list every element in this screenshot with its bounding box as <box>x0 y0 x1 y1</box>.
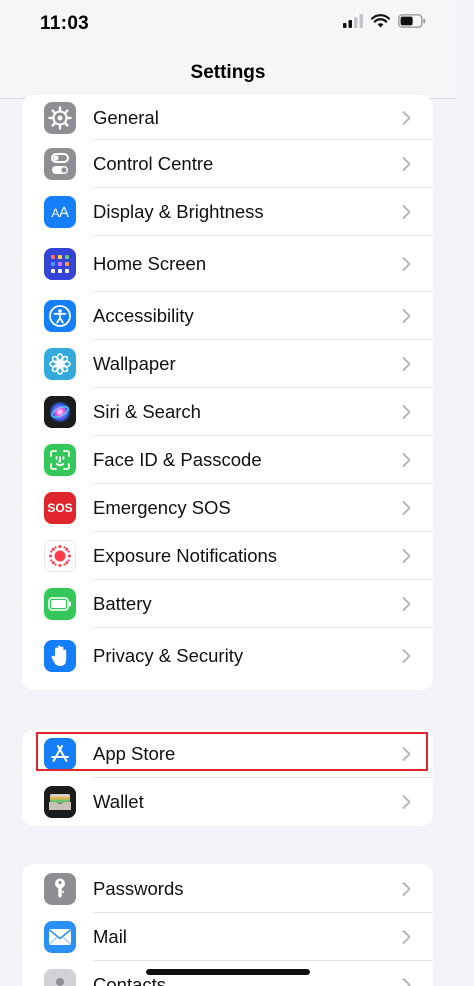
mail-icon <box>44 921 76 953</box>
wallet-icon <box>44 786 76 818</box>
settings-row-label: Contacts <box>93 974 167 986</box>
settings-row-label: Wallpaper <box>93 353 176 374</box>
settings-row-privacy-security[interactable]: Privacy & Security <box>22 628 433 684</box>
face-id-icon <box>44 444 76 476</box>
chevron-right-icon <box>402 597 411 611</box>
settings-row-label: Passwords <box>93 877 184 899</box>
settings-row-label: Wallet <box>93 791 144 812</box>
navigation-bar: Settings <box>0 52 456 99</box>
home-indicator[interactable] <box>146 969 310 975</box>
settings-group-accounts: Passwords Mail Contacts <box>22 864 433 986</box>
text-size-icon: AA <box>44 196 76 228</box>
app-grid-icon <box>44 248 76 280</box>
settings-row-emergency-sos[interactable]: SOS Emergency SOS <box>22 484 433 532</box>
settings-row-wallet[interactable]: Wallet <box>22 778 433 826</box>
chevron-right-icon <box>402 649 411 663</box>
settings-row-general[interactable]: General <box>22 95 433 140</box>
settings-row-label: Mail <box>93 926 127 947</box>
settings-row-label: Face ID & Passcode <box>93 449 262 470</box>
settings-row-label: Privacy & Security <box>93 645 244 666</box>
settings-row-label: Siri & Search <box>93 401 201 422</box>
settings-row-siri-search[interactable]: Siri & Search <box>22 388 433 436</box>
signal-icon <box>343 14 363 28</box>
battery-settings-icon <box>44 588 76 620</box>
toggles-icon <box>44 148 76 180</box>
accessibility-icon <box>44 300 76 332</box>
status-time: 11:03 <box>40 13 90 34</box>
settings-row-label: Emergency SOS <box>93 497 231 518</box>
settings-row-display-brightness[interactable]: AA Display & Brightness <box>22 188 433 236</box>
chevron-right-icon <box>402 205 411 219</box>
settings-row-home-screen[interactable]: Home Screen <box>22 236 433 292</box>
settings-row-label: Accessibility <box>93 305 194 326</box>
status-bar: 11:03 <box>0 0 456 52</box>
settings-row-label: Display & Brightness <box>93 201 264 222</box>
settings-row-label: General <box>93 106 159 128</box>
settings-row-exposure-notifications[interactable]: Exposure Notifications <box>22 532 433 580</box>
contacts-icon <box>44 969 76 986</box>
chevron-right-icon <box>402 549 411 563</box>
chevron-right-icon <box>402 110 411 125</box>
settings-row-label: Battery <box>93 593 152 614</box>
settings-row-face-id-passcode[interactable]: Face ID & Passcode <box>22 436 433 484</box>
settings-row-control-centre[interactable]: Control Centre <box>22 140 433 188</box>
chevron-right-icon <box>402 930 411 944</box>
key-icon <box>44 872 76 905</box>
wifi-icon <box>371 14 390 28</box>
chevron-right-icon <box>402 157 411 171</box>
status-icons <box>343 14 426 28</box>
settings-row-battery[interactable]: Battery <box>22 580 433 628</box>
chevron-right-icon <box>402 501 411 515</box>
hand-icon <box>44 640 76 672</box>
chevron-right-icon <box>402 453 411 467</box>
chevron-right-icon <box>402 309 411 323</box>
settings-row-accessibility[interactable]: Accessibility <box>22 292 433 340</box>
chevron-right-icon <box>402 881 411 896</box>
flower-icon <box>44 348 76 380</box>
sos-icon: SOS <box>44 492 76 524</box>
settings-row-passwords[interactable]: Passwords <box>22 864 433 913</box>
sos-icon-text: SOS <box>47 501 73 515</box>
chevron-right-icon <box>402 978 411 986</box>
battery-icon <box>398 14 426 28</box>
settings-row-wallpaper[interactable]: Wallpaper <box>22 340 433 388</box>
settings-group-system: General Control Centre AA Display & Brig… <box>22 95 433 690</box>
settings-row-label: Control Centre <box>93 153 214 174</box>
chevron-right-icon <box>402 257 411 271</box>
siri-icon <box>44 396 76 428</box>
exposure-icon <box>44 540 76 572</box>
app-store-highlight-box <box>36 732 428 771</box>
settings-row-mail[interactable]: Mail <box>22 913 433 961</box>
page-title: Settings <box>190 62 266 83</box>
chevron-right-icon <box>402 357 411 371</box>
gear-icon <box>44 101 76 134</box>
chevron-right-icon <box>402 405 411 419</box>
settings-row-label: Home Screen <box>93 253 207 274</box>
chevron-right-icon <box>402 795 411 809</box>
settings-row-label: Exposure Notifications <box>93 545 278 566</box>
